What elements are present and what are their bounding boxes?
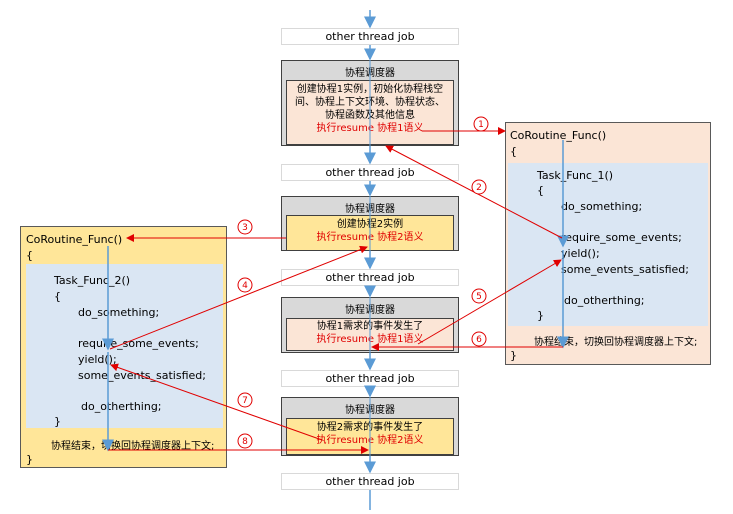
step-7-number: 7 [242,396,248,406]
step-2-number: 2 [476,183,482,193]
step-5-arrow [417,259,562,345]
coroutine-diagram: other thread job other thread job other … [0,0,733,514]
step-4-arrow [109,245,368,350]
step-4-number: 4 [242,281,248,291]
step-6-number: 6 [476,335,482,345]
step-8-number: 8 [242,437,248,447]
step-7-arrow [110,363,323,441]
arrows-layer: 1 2 3 4 5 6 7 8 [102,10,569,510]
step-3-number: 3 [242,223,248,233]
step-1-number: 1 [478,120,484,130]
step-5-number: 5 [476,292,482,302]
